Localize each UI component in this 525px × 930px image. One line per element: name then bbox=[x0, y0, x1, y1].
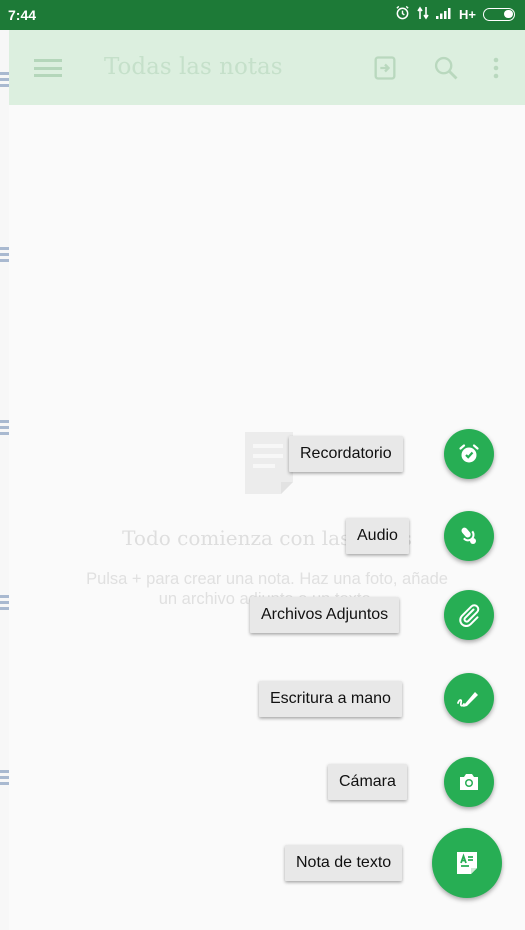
edge-decoration bbox=[0, 72, 9, 90]
fab-attachments-button[interactable] bbox=[444, 590, 494, 640]
fab-label-text-note[interactable]: Nota de texto bbox=[285, 845, 403, 881]
microphone-icon bbox=[457, 524, 481, 548]
left-edge-strip bbox=[0, 30, 9, 930]
status-icons: H+ bbox=[395, 5, 515, 23]
empty-notes-illustration-icon bbox=[243, 430, 295, 496]
fab-camera-button[interactable] bbox=[444, 757, 494, 807]
status-time: 7:44 bbox=[8, 7, 37, 23]
fab-label-attachments[interactable]: Archivos Adjuntos bbox=[250, 597, 400, 633]
status-bar: 7:44 H+ bbox=[0, 0, 525, 30]
signal-icon bbox=[436, 7, 452, 22]
edge-decoration bbox=[0, 770, 9, 788]
fab-label-camera[interactable]: Cámara bbox=[328, 764, 407, 800]
paperclip-icon bbox=[457, 603, 481, 627]
toolbar: Todas las notas bbox=[9, 30, 525, 105]
toolbar-title: Todas las notas bbox=[104, 54, 283, 80]
battery-icon bbox=[483, 7, 515, 21]
alarm-icon bbox=[457, 442, 481, 466]
data-arrows-icon bbox=[417, 6, 429, 23]
fab-handwriting-button[interactable] bbox=[444, 673, 494, 723]
alarm-icon bbox=[395, 5, 410, 23]
handwriting-icon bbox=[456, 686, 482, 710]
more-vert-icon[interactable] bbox=[489, 54, 503, 82]
fab-text-note-button[interactable] bbox=[432, 828, 502, 898]
text-note-icon bbox=[453, 849, 481, 877]
edge-decoration bbox=[0, 420, 9, 438]
fab-audio-button[interactable] bbox=[444, 511, 494, 561]
fab-label-audio[interactable]: Audio bbox=[346, 518, 409, 554]
menu-icon[interactable] bbox=[34, 59, 62, 77]
edge-decoration bbox=[0, 247, 9, 265]
app-screen: Todas las notas Todo comienza con las no… bbox=[9, 30, 525, 930]
edge-decoration bbox=[0, 595, 9, 613]
network-type: H+ bbox=[459, 6, 476, 22]
fab-label-reminder[interactable]: Recordatorio bbox=[289, 436, 403, 472]
search-icon[interactable] bbox=[432, 54, 460, 82]
sync-icon[interactable] bbox=[371, 54, 399, 82]
fab-reminder-button[interactable] bbox=[444, 429, 494, 479]
fab-label-handwriting[interactable]: Escritura a mano bbox=[259, 681, 402, 717]
camera-icon bbox=[457, 771, 481, 793]
